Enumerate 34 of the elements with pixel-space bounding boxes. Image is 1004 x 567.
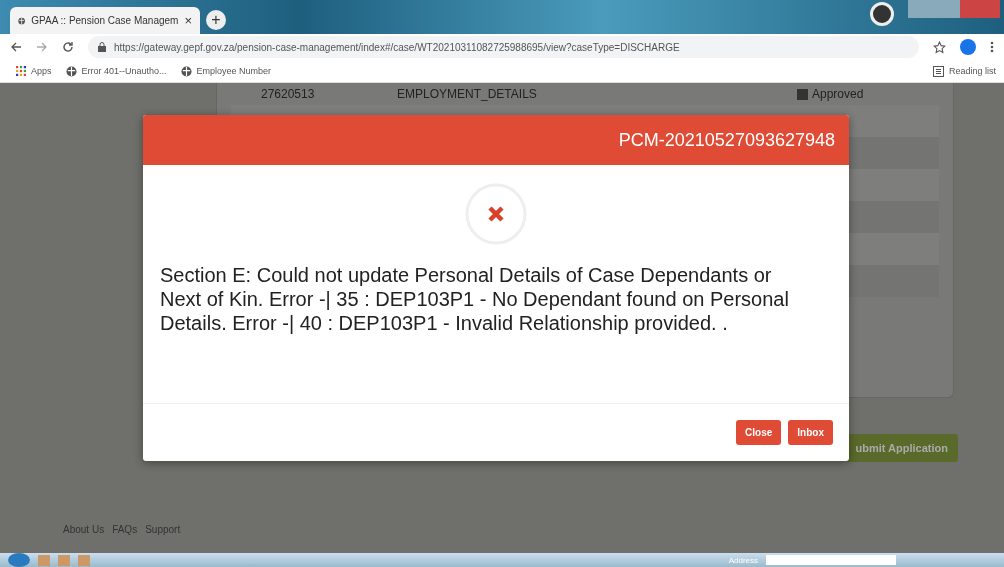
forward-icon[interactable] xyxy=(36,41,48,53)
browser-tab[interactable]: GPAA :: Pension Case Managem × xyxy=(10,7,200,34)
checkbox[interactable] xyxy=(797,88,808,100)
address-bar[interactable]: https://gateway.gepf.gov.za/pension-case-management/index#/case/WT20210311082725988695/view?caseType=DISCHARGE xyxy=(88,36,919,58)
bookmark-link[interactable]: Apps xyxy=(31,66,52,76)
table-cell-text: EMPLOYMENT_DETAILS xyxy=(397,87,538,101)
new-tab-button[interactable]: + xyxy=(206,10,226,30)
avatar-icon[interactable] xyxy=(960,39,976,55)
window-controls[interactable] xyxy=(908,0,1000,18)
menu-icon[interactable] xyxy=(990,41,994,53)
reading-list-link[interactable]: Reading list xyxy=(948,66,996,76)
dialog-button[interactable]: Inbox xyxy=(788,420,833,445)
lock-icon xyxy=(98,42,106,52)
tab-title: GPAA :: Pension Case Managem xyxy=(31,15,179,26)
table-cell-text: 27620513 xyxy=(260,87,316,101)
address-label: Address xyxy=(728,555,758,565)
apps-grid-icon xyxy=(16,66,26,76)
profile-icon[interactable] xyxy=(870,2,894,26)
back-icon[interactable] xyxy=(10,41,22,53)
reading-list-icon xyxy=(932,65,944,77)
dialog-button[interactable]: Close xyxy=(736,420,782,445)
globe-icon xyxy=(65,65,77,77)
start-button[interactable] xyxy=(8,553,30,567)
dialog-title: PCM-20210527093627948 xyxy=(618,129,835,151)
star-icon[interactable] xyxy=(933,40,946,54)
error-message: Section E: Could not update Personal Details of Case Dependants or Next of Kin. Error -| 35 : DEP103P1 - No Dependant found on Personal Details. Error -| 40 : DEP103P1 - Invalid Relationship provided. . xyxy=(160,263,790,335)
address-field[interactable] xyxy=(766,555,896,565)
reload-icon[interactable] xyxy=(62,41,74,53)
error-cross-icon xyxy=(465,183,527,245)
tab-close-button[interactable]: × xyxy=(184,13,192,28)
bookmark-link[interactable]: Error 401--Unautho... xyxy=(81,66,167,76)
globe-icon xyxy=(180,65,192,77)
bookmark-link[interactable]: Employee Number xyxy=(196,66,272,76)
status-label: Approved xyxy=(812,87,864,101)
